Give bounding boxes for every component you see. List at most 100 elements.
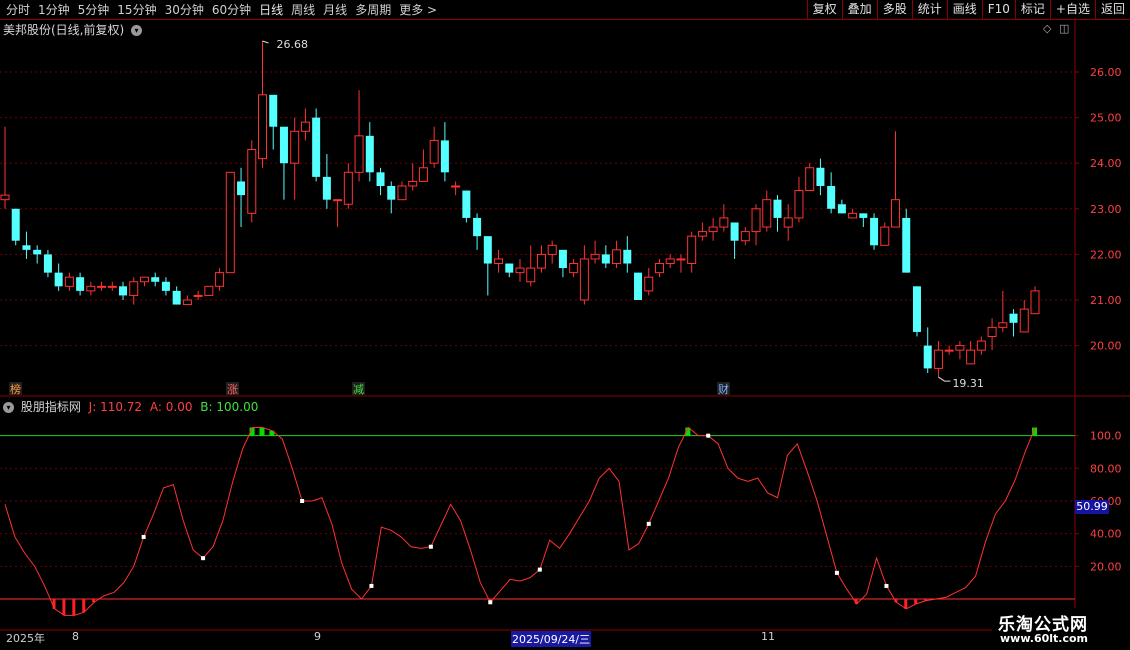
toolbar-button-4[interactable]: 画线 <box>946 0 982 19</box>
candle-body-52 <box>558 249 567 269</box>
high-marker <box>262 40 269 44</box>
j-bar-up-27 <box>269 430 275 436</box>
candle-body-70 <box>751 208 761 233</box>
period-tab-6[interactable]: 日线 <box>259 1 283 18</box>
toolbar-button-7[interactable]: +自选 <box>1049 0 1095 19</box>
panel-toggle-icon[interactable]: ◫ <box>1059 22 1069 35</box>
chevron-down-icon[interactable]: ▾ <box>131 25 143 36</box>
period-tab-1[interactable]: 1分钟 <box>38 1 70 18</box>
indicator-j: J: 110.72 <box>88 400 143 414</box>
toolbar-button-3[interactable]: 统计 <box>911 0 947 19</box>
event-marker-bg-0 <box>9 382 22 395</box>
high-label: 26.68 <box>277 38 309 51</box>
candle-body-2 <box>22 245 31 250</box>
candle-body-71 <box>762 199 772 228</box>
j-point-1 <box>201 556 206 561</box>
event-marker-0: 榜 <box>10 382 21 396</box>
j-bar-down-49 <box>488 599 492 603</box>
candle-body-23 <box>247 149 257 214</box>
stock-title-text: 美邦股份(日线,前复权) <box>3 23 125 37</box>
toolbar-button-5[interactable]: F10 <box>981 0 1015 19</box>
chevron-down-icon[interactable]: ▾ <box>3 402 14 413</box>
date-label-nov: 11 <box>761 630 775 643</box>
toolbar-buttons: 复权 叠加 多股 统计 画线 F10 标记 +自选 返回 <box>806 0 1130 19</box>
period-tab-3[interactable]: 15分钟 <box>117 1 156 18</box>
candle-body-1 <box>11 208 20 241</box>
ind-tick-label-0: 100.0 <box>1090 430 1122 443</box>
candle-body-69 <box>740 231 750 242</box>
main-tick-label-4: 22.00 <box>1090 248 1122 261</box>
candle-body-37 <box>397 185 407 201</box>
candle-body-21 <box>225 171 235 274</box>
j-point-6 <box>537 567 542 572</box>
indicator-title: ▾ 股朋指标网 J: 110.72 A: 0.00 B: 100.00 <box>3 398 258 415</box>
date-axis: 2025年 8 9 11 2025/09/24/三 <box>0 630 1075 650</box>
candle-body-80 <box>859 213 868 218</box>
candle-body-42 <box>451 185 461 188</box>
candle-body-53 <box>569 263 579 274</box>
candle-body-28 <box>300 121 310 132</box>
candle-body-96 <box>1030 290 1040 315</box>
indicator-b: B: 100.00 <box>200 400 259 414</box>
candle-body-49 <box>526 267 536 283</box>
candle-body-57 <box>612 249 622 265</box>
candle-body-29 <box>312 117 321 177</box>
event-marker-bg-2 <box>352 382 365 395</box>
candle-body-88 <box>944 349 954 352</box>
main-tick-label-6: 20.00 <box>1090 340 1122 353</box>
candle-body-22 <box>237 181 246 196</box>
j-bar-up-25 <box>249 427 255 436</box>
j-point-8 <box>706 433 711 438</box>
period-tab-8[interactable]: 月线 <box>323 1 347 18</box>
main-tick-label-3: 23.00 <box>1090 203 1122 216</box>
toolbar-button-2[interactable]: 多股 <box>876 0 912 19</box>
candle-body-14 <box>151 277 160 282</box>
date-label-year: 2025年 <box>6 632 45 645</box>
toolbar-button-1[interactable]: 叠加 <box>841 0 877 19</box>
toolbar-button-8[interactable]: 返回 <box>1094 0 1130 19</box>
j-bar-down-7 <box>72 599 76 616</box>
candlestick-chart[interactable]: 26.00 25.00 24.00 23.00 22.00 21.00 20.00 26.68… <box>0 0 1130 650</box>
period-tab-2[interactable]: 5分钟 <box>78 1 110 18</box>
candle-body-47 <box>505 263 514 273</box>
candle-body-90 <box>966 349 976 365</box>
j-point-10 <box>884 583 889 588</box>
toolbar-button-6[interactable]: 标记 <box>1014 0 1050 19</box>
candle-body-58 <box>623 249 632 264</box>
period-tab-0[interactable]: 分时 <box>6 1 30 18</box>
candle-body-40 <box>429 139 439 164</box>
candle-body-48 <box>515 267 525 274</box>
j-bar-down-6 <box>62 599 66 616</box>
candle-body-18 <box>193 294 203 297</box>
candle-body-68 <box>730 222 739 241</box>
period-tab-9[interactable]: 多周期 <box>355 1 391 18</box>
candle-body-50 <box>536 253 546 269</box>
candle-body-17 <box>182 299 192 306</box>
candle-body-8 <box>86 285 96 292</box>
candle-body-38 <box>408 180 418 187</box>
diamond-icon[interactable]: ◇ <box>1043 22 1051 35</box>
candle-body-34 <box>365 135 374 173</box>
low-marker <box>938 376 951 382</box>
candle-body-65 <box>697 231 707 237</box>
candle-body-82 <box>880 226 890 246</box>
period-tab-4[interactable]: 30分钟 <box>165 1 204 18</box>
toolbar-button-0[interactable]: 复权 <box>806 0 842 19</box>
j-point-9 <box>834 570 839 575</box>
candle-body-35 <box>376 172 385 186</box>
candle-body-78 <box>837 204 846 214</box>
period-tab-5[interactable]: 60分钟 <box>212 1 251 18</box>
candle-body-4 <box>43 254 52 273</box>
main-tick-label-1: 25.00 <box>1090 112 1122 125</box>
low-label: 19.31 <box>952 377 984 390</box>
period-tab-10[interactable]: 更多 > <box>399 1 437 18</box>
event-marker-bg-3 <box>717 382 730 395</box>
main-tick-label-0: 26.00 <box>1090 66 1122 79</box>
candle-body-44 <box>473 217 482 237</box>
candle-body-95 <box>1019 308 1029 333</box>
candle-body-61 <box>654 263 664 274</box>
candle-body-12 <box>129 281 139 296</box>
candle-body-79 <box>848 212 858 219</box>
candle-body-81 <box>870 217 879 246</box>
period-tab-7[interactable]: 周线 <box>291 1 315 18</box>
